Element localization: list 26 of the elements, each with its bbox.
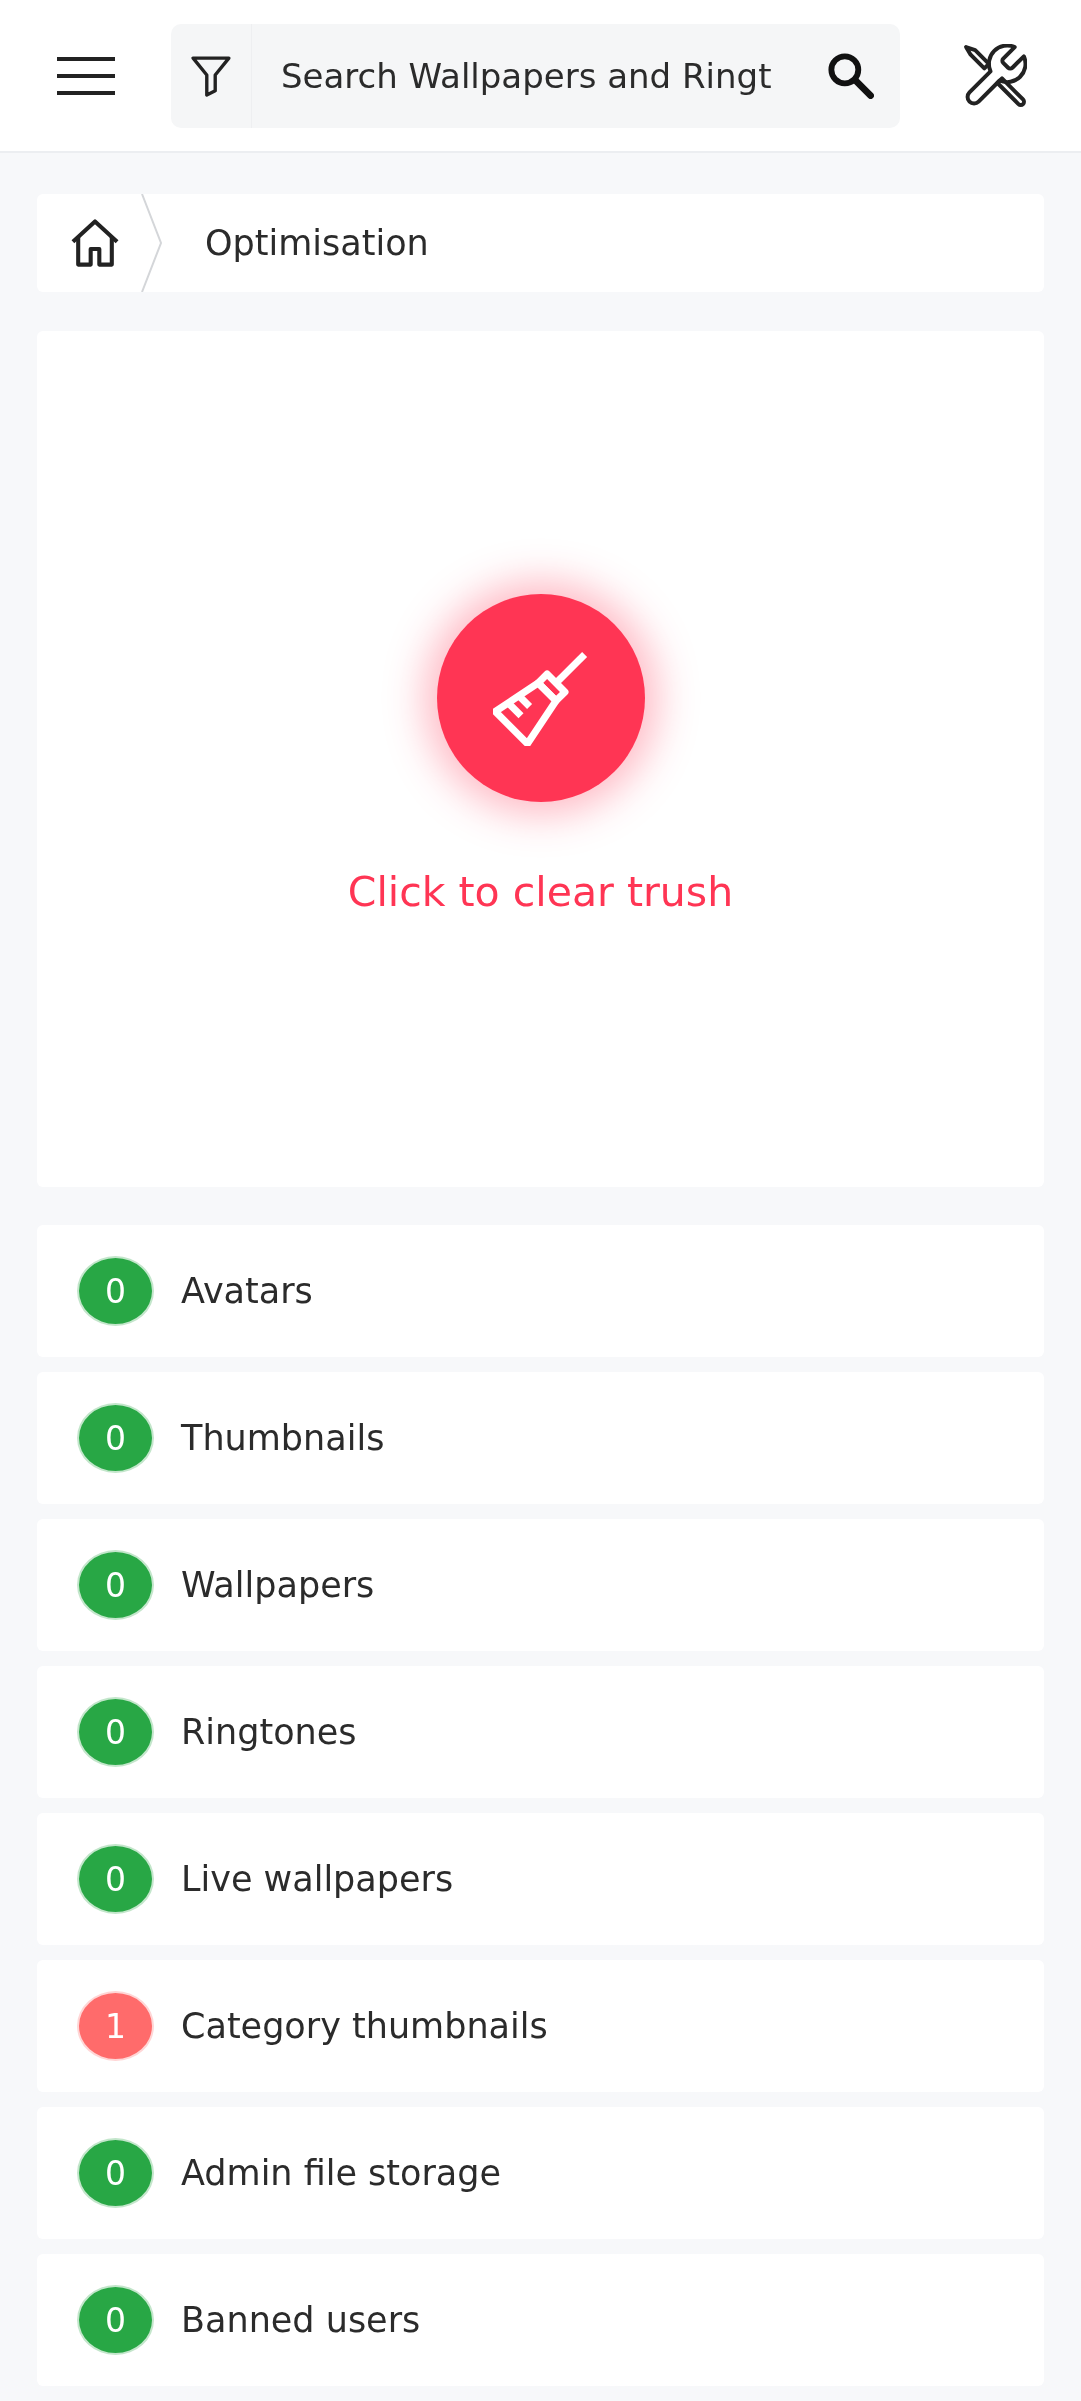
count-badge: 0 xyxy=(77,2138,154,2208)
count-badge: 0 xyxy=(77,2285,154,2355)
category-label: Banned users xyxy=(181,2300,421,2340)
count-badge: 0 xyxy=(77,1403,154,1473)
count-badge: 0 xyxy=(77,1550,154,1620)
chevron-icon xyxy=(140,194,164,292)
wrench-screwdriver-icon[interactable] xyxy=(963,43,1027,108)
count-badge: 0 xyxy=(77,1697,154,1767)
home-icon[interactable] xyxy=(71,219,119,267)
clear-trash-caption: Click to clear trush xyxy=(347,868,734,916)
category-label: Ringtones xyxy=(181,1712,357,1752)
category-label: Wallpapers xyxy=(181,1565,375,1605)
filter-icon[interactable] xyxy=(191,54,231,97)
category-label: Category thumbnails xyxy=(181,2006,548,2046)
search-icon[interactable] xyxy=(828,52,874,99)
broom-icon xyxy=(492,650,589,746)
count-badge: 0 xyxy=(77,1256,154,1326)
count-badge: 1 xyxy=(77,1991,154,2061)
count-badge: 0 xyxy=(77,1844,154,1914)
category-label: Avatars xyxy=(181,1271,313,1311)
category-label: Live wallpapers xyxy=(181,1859,454,1899)
search-field[interactable]: Search Wallpapers and Ringt xyxy=(171,23,900,128)
menu-icon[interactable] xyxy=(57,55,115,96)
category-label: Thumbnails xyxy=(181,1418,385,1458)
category-label: Admin file storage xyxy=(181,2153,502,2193)
breadcrumb-current: Optimisation xyxy=(205,223,429,263)
